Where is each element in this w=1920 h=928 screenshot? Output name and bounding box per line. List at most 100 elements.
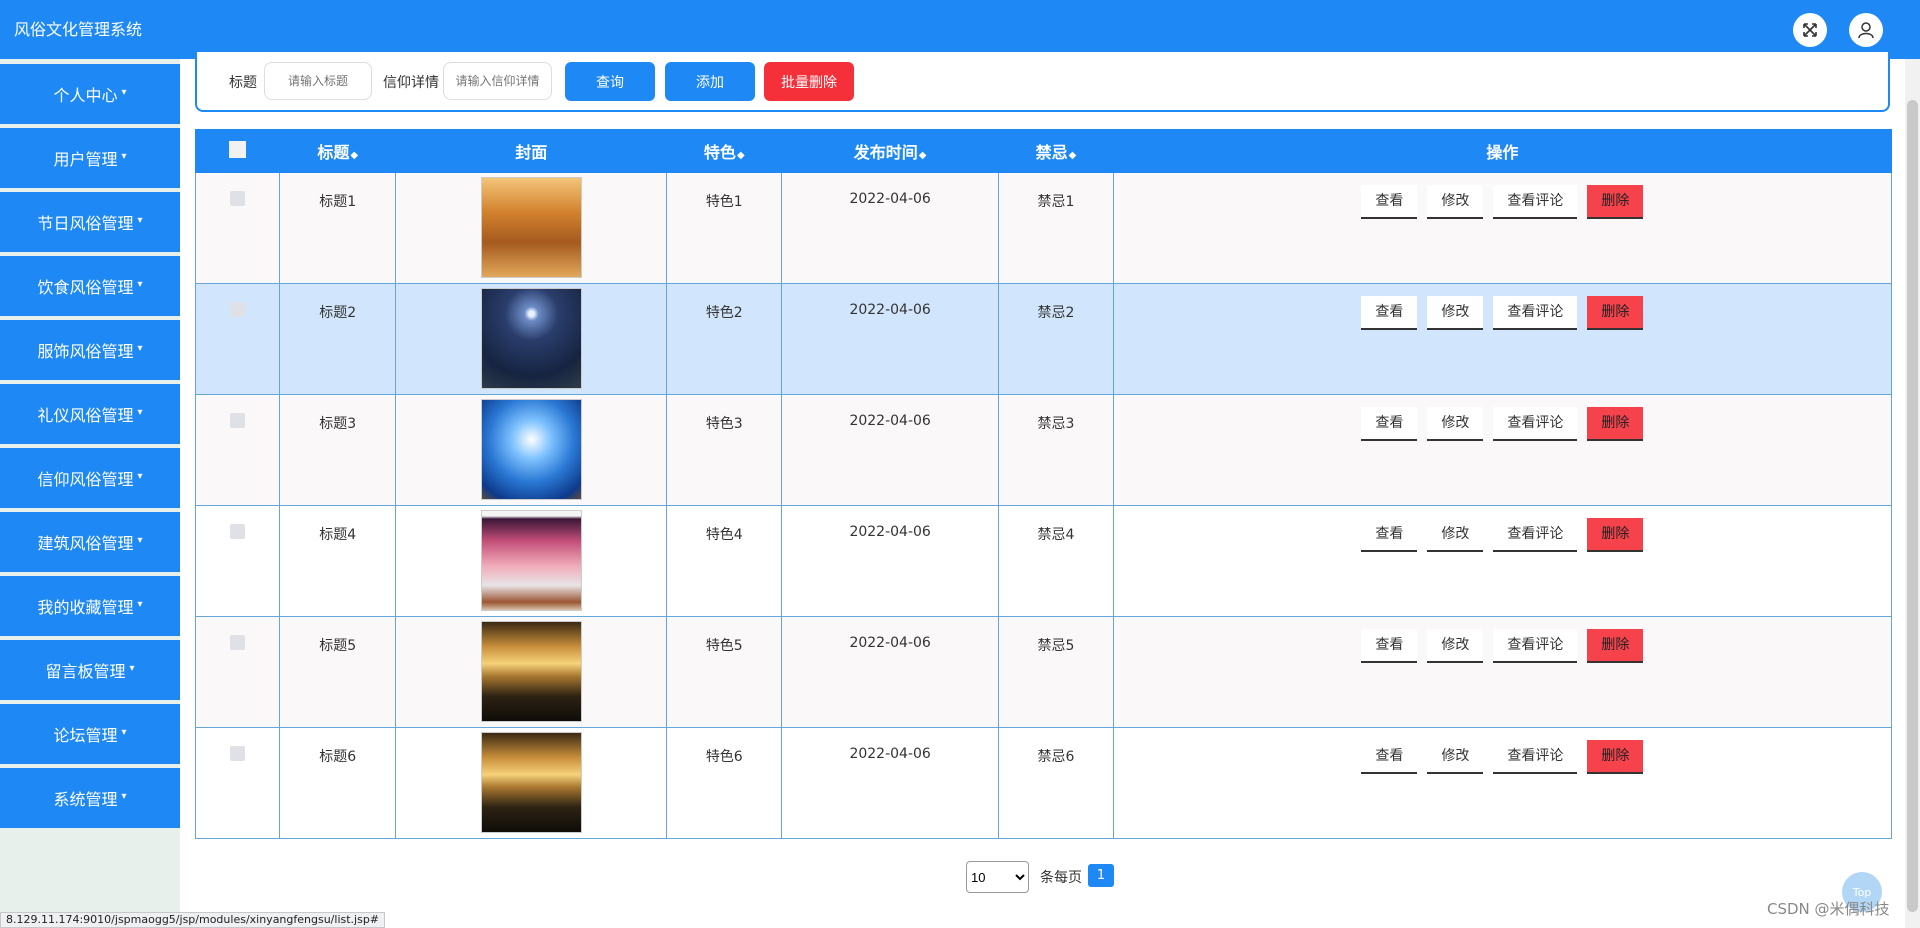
taboo-cell: 禁忌4 [998,505,1114,617]
row-checkbox[interactable] [230,635,246,650]
row-select-cell[interactable] [194,505,281,617]
sidebar-item-label: 系统管理 [53,790,118,809]
column-date[interactable]: 发布时间◆ [781,129,1000,173]
actions-cell: 查看 修改 查看评论 删除 [1112,727,1893,839]
sort-icon[interactable]: ◆ [350,150,358,161]
title-label: 标题 [229,75,257,91]
sidebar-item[interactable]: 信仰风俗管理 ▾ [0,448,180,508]
edit-button[interactable]: 修改 [1427,629,1484,663]
delete-button[interactable]: 删除 [1587,185,1644,219]
view-button[interactable]: 查看 [1361,185,1418,219]
sidebar-item[interactable]: 留言板管理 ▾ [0,640,180,700]
title-cell: 标题6 [279,727,397,839]
title-search-input[interactable] [264,62,372,100]
chevron-down-icon: ▾ [121,726,127,738]
sidebar-item[interactable]: 用户管理 ▾ [0,128,180,188]
row-checkbox[interactable] [230,524,246,539]
sidebar-item[interactable]: 建筑风俗管理 ▾ [0,512,180,572]
sidebar-item[interactable]: 系统管理 ▾ [0,768,180,828]
chevron-down-icon: ▾ [137,214,143,226]
column-taboo[interactable]: 禁忌◆ [998,129,1114,173]
sidebar-item[interactable]: 个人中心 ▾ [0,64,180,124]
actions-cell: 查看 修改 查看评论 删除 [1112,394,1893,506]
user-button[interactable] [1849,13,1883,47]
select-all-header[interactable] [194,129,281,173]
view-button[interactable]: 查看 [1361,518,1418,552]
view-button[interactable]: 查看 [1361,629,1418,663]
page-1-button[interactable]: 1 [1088,864,1114,887]
sidebar-item-label: 节日风俗管理 [37,214,134,233]
row-select-cell[interactable] [194,172,281,284]
page-size-select[interactable]: 10 [966,861,1029,893]
row-checkbox[interactable] [230,746,246,761]
row-checkbox[interactable] [230,413,246,428]
delete-button[interactable]: 删除 [1587,407,1644,441]
edit-button[interactable]: 修改 [1427,407,1484,441]
cover-image [480,510,582,611]
view-comments-button[interactable]: 查看评论 [1493,296,1578,330]
sidebar-item[interactable]: 饮食风俗管理 ▾ [0,256,180,316]
table-row[interactable]: 标题6 特色6 2022-04-06 禁忌6 查看 修改 查看评论 删除 [194,727,1893,839]
view-comments-button[interactable]: 查看评论 [1493,629,1578,663]
table-row[interactable]: 标题3 特色3 2022-04-06 禁忌3 查看 修改 查看评论 删除 [194,394,1893,506]
sidebar-item[interactable]: 礼仪风俗管理 ▾ [0,384,180,444]
cover-image [480,732,582,833]
sort-icon[interactable]: ◆ [919,150,927,161]
detail-search-input[interactable] [443,62,552,100]
date-cell: 2022-04-06 [781,505,1000,617]
sidebar-item-label: 个人中心 [53,86,118,105]
table-row[interactable]: 标题5 特色5 2022-04-06 禁忌5 查看 修改 查看评论 删除 [194,616,1893,728]
sidebar-item[interactable]: 我的收藏管理 ▾ [0,576,180,636]
cover-cell [395,394,668,506]
view-comments-button[interactable]: 查看评论 [1493,740,1578,774]
view-button[interactable]: 查看 [1361,740,1418,774]
view-comments-button[interactable]: 查看评论 [1493,185,1578,219]
sort-icon[interactable]: ◆ [737,150,745,161]
cover-image [480,288,582,389]
view-comments-button[interactable]: 查看评论 [1493,407,1578,441]
chevron-down-icon: ▾ [137,342,143,354]
delete-button[interactable]: 删除 [1587,740,1644,774]
column-feature[interactable]: 特色◆ [666,129,783,173]
actions-cell: 查看 修改 查看评论 删除 [1112,172,1893,284]
row-select-cell[interactable] [194,394,281,506]
sidebar-item[interactable]: 论坛管理 ▾ [0,704,180,764]
batch-delete-button[interactable]: 批量删除 [764,62,854,101]
sidebar-item[interactable]: 服饰风俗管理 ▾ [0,320,180,380]
column-actions: 操作 [1112,129,1893,173]
row-select-cell[interactable] [194,616,281,728]
table-row[interactable]: 标题1 特色1 2022-04-06 禁忌1 查看 修改 查看评论 删除 [194,172,1893,284]
fullscreen-button[interactable] [1793,13,1827,47]
edit-button[interactable]: 修改 [1427,185,1484,219]
cover-cell [395,727,668,839]
column-cover: 封面 [395,129,668,173]
chevron-down-icon: ▾ [121,790,127,802]
column-title[interactable]: 标题◆ [279,129,397,173]
view-comments-button[interactable]: 查看评论 [1493,518,1578,552]
query-button[interactable]: 查询 [565,62,655,101]
row-select-cell[interactable] [194,727,281,839]
chevron-down-icon: ▾ [137,406,143,418]
delete-button[interactable]: 删除 [1587,518,1644,552]
table-row[interactable]: 标题2 特色2 2022-04-06 禁忌2 查看 修改 查看评论 删除 [194,283,1893,395]
view-button[interactable]: 查看 [1361,296,1418,330]
feature-cell: 特色1 [666,172,783,284]
view-button[interactable]: 查看 [1361,407,1418,441]
delete-button[interactable]: 删除 [1587,296,1644,330]
edit-button[interactable]: 修改 [1427,740,1484,774]
edit-button[interactable]: 修改 [1427,296,1484,330]
scrollbar-thumb[interactable] [1907,100,1918,912]
row-select-cell[interactable] [194,283,281,395]
sort-icon[interactable]: ◆ [1069,150,1077,161]
row-checkbox[interactable] [230,302,246,317]
chevron-down-icon: ▾ [137,470,143,482]
edit-button[interactable]: 修改 [1427,518,1484,552]
delete-button[interactable]: 删除 [1587,629,1644,663]
watermark: CSDN @米偶科技 [1767,900,1890,918]
select-all-checkbox[interactable] [229,140,247,158]
row-checkbox[interactable] [230,191,246,206]
sidebar-item[interactable]: 节日风俗管理 ▾ [0,192,180,252]
add-button[interactable]: 添加 [665,62,755,101]
table-row[interactable]: 标题4 特色4 2022-04-06 禁忌4 查看 修改 查看评论 删除 [194,505,1893,617]
cover-cell [395,616,668,728]
